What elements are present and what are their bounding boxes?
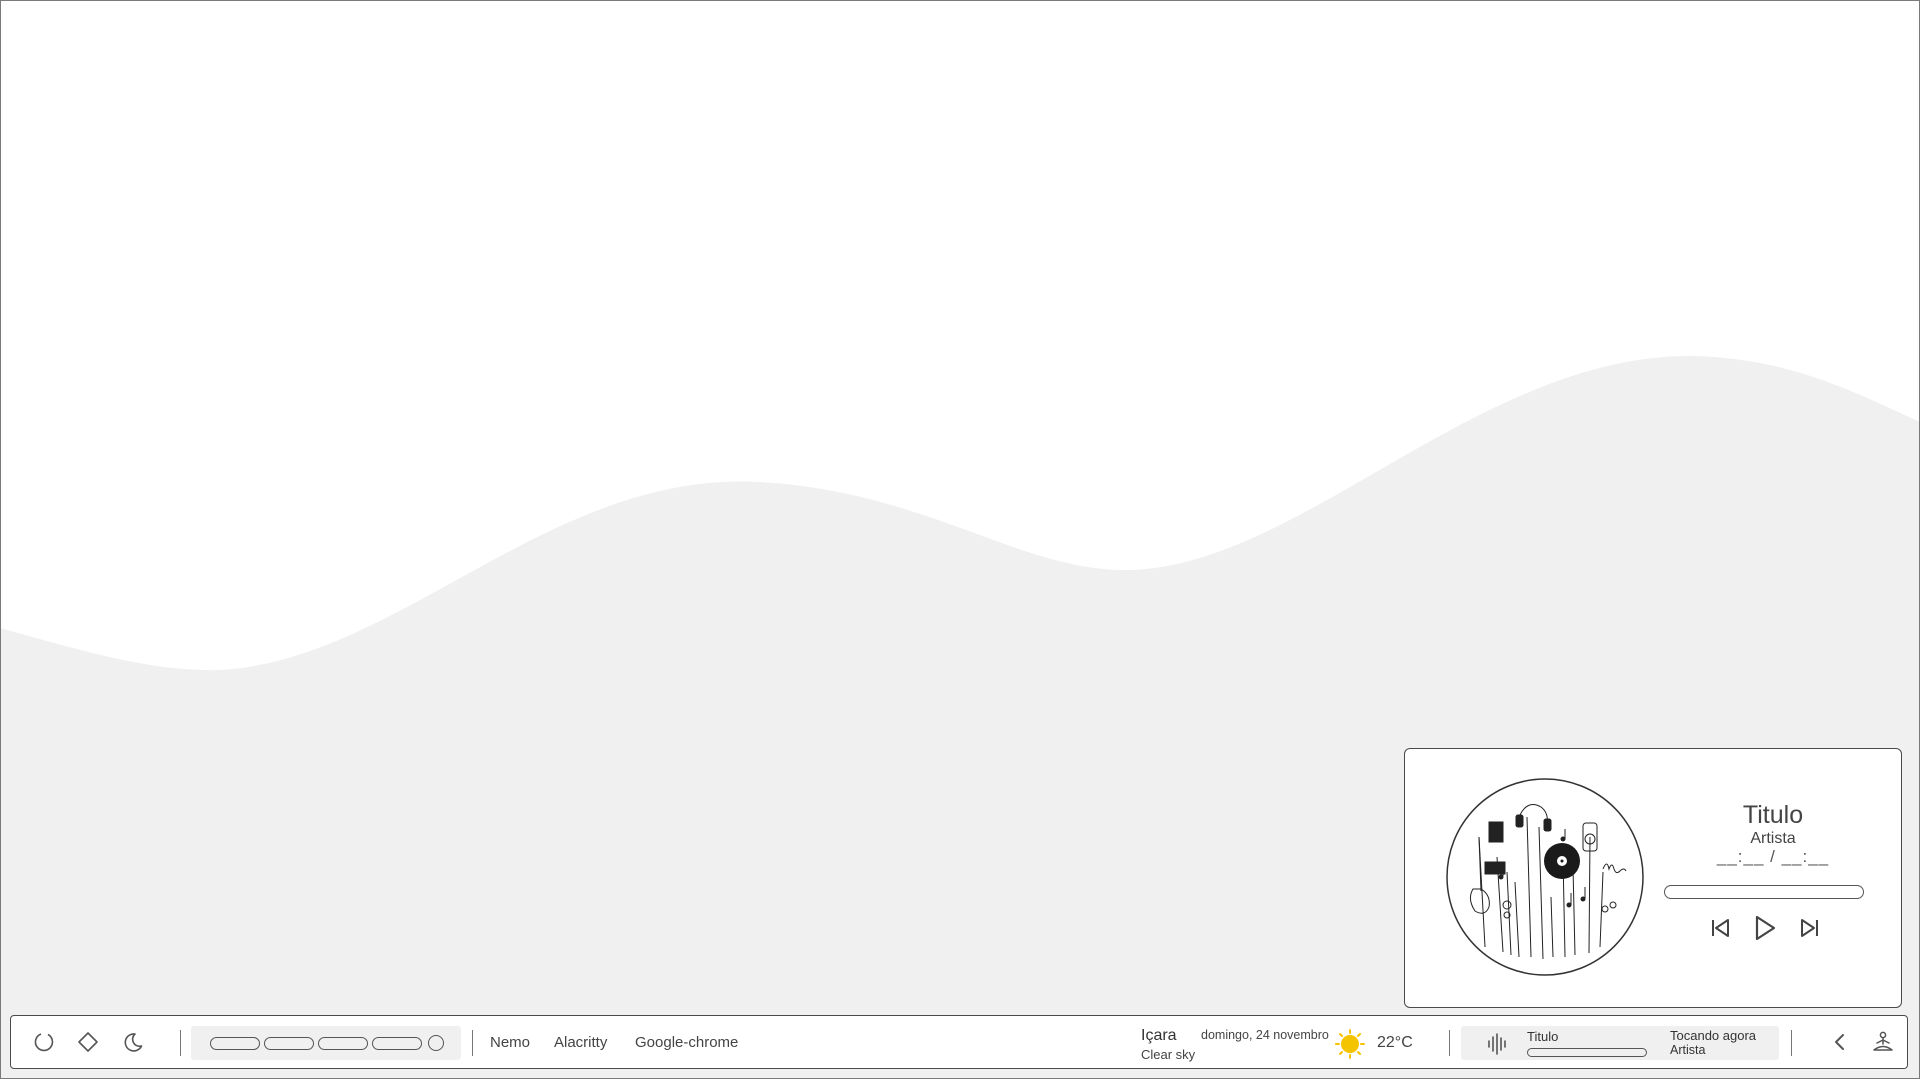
meditation-user-icon: [1873, 1031, 1893, 1051]
mini-player-artist: Artista: [1670, 1043, 1706, 1057]
audio-wave-icon: [1488, 1033, 1506, 1055]
taskbar-divider: [472, 1030, 473, 1056]
workspace-5[interactable]: [428, 1035, 444, 1051]
previous-button[interactable]: [1705, 913, 1735, 943]
task-google-chrome[interactable]: Google-chrome: [635, 1034, 738, 1051]
workspace-4[interactable]: [372, 1036, 422, 1050]
mini-player-status: Tocando agora: [1670, 1028, 1757, 1043]
profile-button[interactable]: [1871, 1030, 1895, 1054]
task-alacritty[interactable]: Alacritty: [554, 1034, 607, 1051]
track-time: __:__ / __:__: [1716, 847, 1830, 866]
track-artist: Artista: [1750, 830, 1796, 847]
workspace-switcher: [191, 1026, 461, 1060]
mini-player-progress: [1527, 1048, 1647, 1057]
workspace-3[interactable]: [318, 1036, 368, 1050]
track-progress-bar[interactable]: [1664, 885, 1864, 899]
weather-city: Içara: [1141, 1027, 1177, 1044]
chevron-left-icon: [1835, 1034, 1844, 1050]
collapse-button[interactable]: [1828, 1030, 1852, 1054]
mini-player[interactable]: Titulo Tocando agora Artista: [1461, 1026, 1779, 1060]
music-player-widget: Titulo Artista __:__ / __:__: [1404, 748, 1902, 1008]
night-mode-button[interactable]: [121, 1030, 145, 1054]
moon-icon: [124, 1033, 143, 1052]
weather-condition: Clear sky: [1141, 1047, 1196, 1062]
playback-controls: [1705, 913, 1825, 943]
power-circle-icon: [34, 1033, 54, 1052]
date-label: domingo, 24 novembro: [1201, 1028, 1329, 1042]
skip-next-icon: [1801, 919, 1818, 937]
workspace-2[interactable]: [264, 1036, 314, 1050]
skip-previous-icon: [1712, 919, 1729, 937]
diamond-icon: [78, 1032, 98, 1052]
taskbar-divider: [1791, 1030, 1792, 1056]
temperature: 22°C: [1377, 1034, 1413, 1051]
taskbar-divider: [180, 1030, 181, 1056]
play-button[interactable]: [1750, 913, 1780, 943]
track-title: Titulo: [1742, 801, 1804, 829]
album-art: [1446, 778, 1644, 976]
next-button[interactable]: [1795, 913, 1825, 943]
taskbar-divider: [1449, 1030, 1450, 1056]
sun-icon: [1335, 1029, 1365, 1059]
taskbar: Nemo Alacritty Google-chrome Içara Clear…: [10, 1015, 1908, 1069]
diamond-button[interactable]: [76, 1030, 100, 1054]
track-info: Titulo Artista __:__ / __:__: [1665, 801, 1881, 867]
mini-player-title: Titulo: [1527, 1029, 1559, 1044]
task-nemo[interactable]: Nemo: [490, 1034, 530, 1051]
workspace-1[interactable]: [210, 1036, 260, 1050]
power-button[interactable]: [32, 1030, 56, 1054]
play-icon: [1755, 915, 1776, 941]
